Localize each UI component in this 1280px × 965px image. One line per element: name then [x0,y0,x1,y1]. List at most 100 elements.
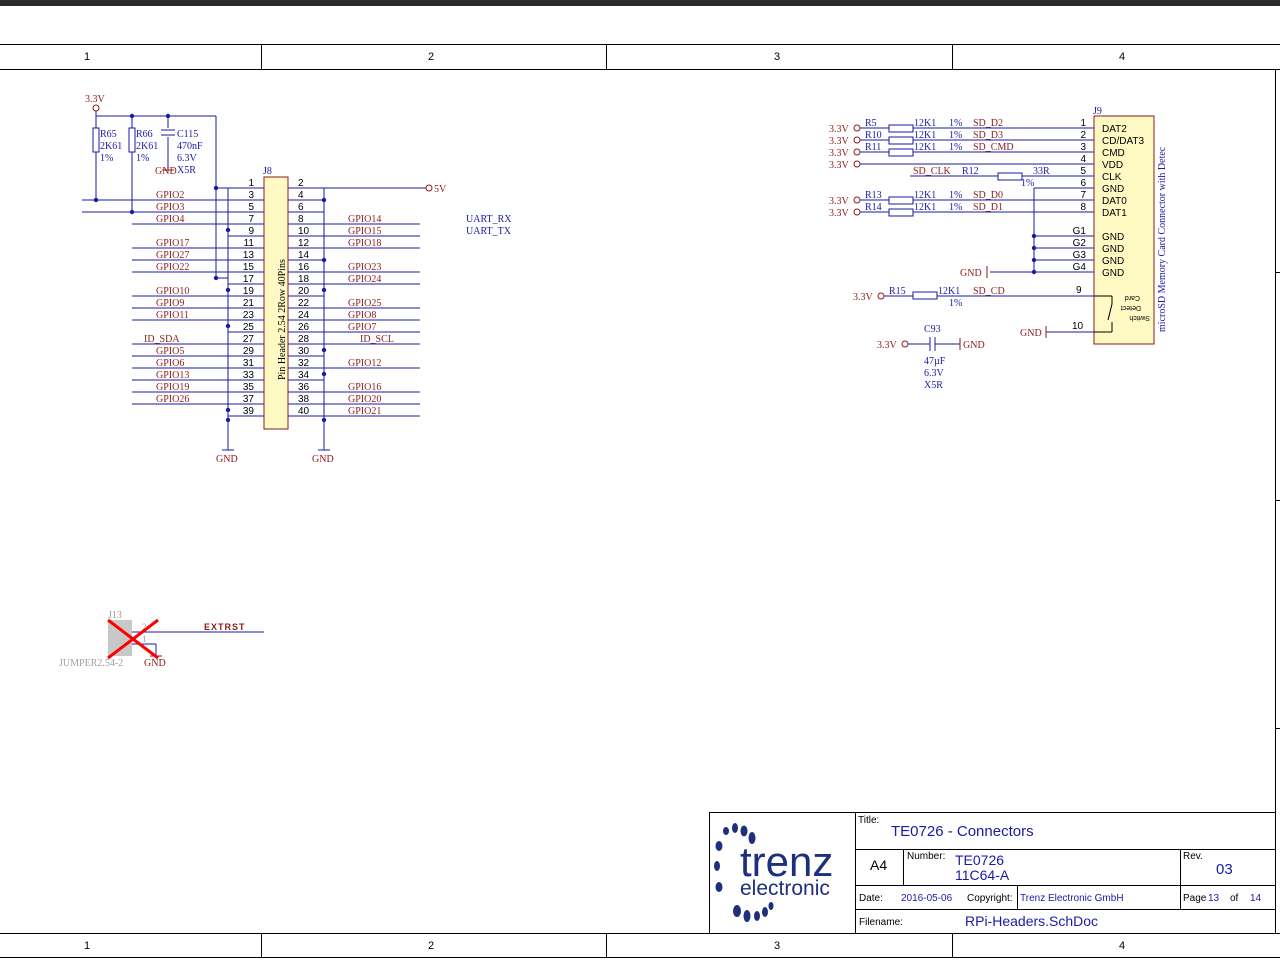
filename-value: RPi-Headers.SchDoc [965,913,1098,929]
c93-dielectric: X5R [924,380,943,391]
j8-net-label-left: GPIO17 [156,238,189,249]
j8-pin-number-right: 30 [298,346,310,357]
r15-3v3-symbol [877,292,885,300]
j8-part-name: Pin Header 2.54 2Row 40Pins [277,259,288,380]
c115-value: 470nF [177,141,203,152]
sd-res-body [888,196,914,205]
zone-label-top-4: 4 [1119,51,1125,63]
c93-3v3-symbol [901,340,909,348]
j9-pin-signal: CMD [1102,148,1125,159]
page-label: Page [1183,893,1207,904]
c93-3v3-label: 3.3V [877,340,898,351]
j9-gnd-pin-number: G1 [1073,226,1087,237]
j8-pin-number-right: 20 [298,286,310,297]
j8-pin-number-left: 17 [243,274,255,285]
copyright-label: Copyright: [967,893,1013,904]
j8-pin-number-right: 8 [298,214,304,225]
title-label: Title: [858,815,879,826]
j13-jumper-section: J13 2 1 EXTRST GND JUMPER2.54-2 [59,610,264,669]
j8-net-label-right: GPIO24 [348,274,381,285]
j8-pin-number-right: 2 [298,178,304,189]
j9-pin-signal: CLK [1102,172,1122,183]
j8-pin-number-right: 32 [298,358,310,369]
uart-tx-label: UART_TX [466,226,512,237]
sd-res-net: SD_D0 [973,190,1003,201]
c93-voltage: 6.3V [924,368,945,379]
j8-pin-number-left: 39 [243,406,255,417]
sd-res-ref: R5 [865,118,877,129]
j9-pin-number: 1 [1080,118,1086,129]
j13-ref: J13 [108,610,122,621]
number-line-1: TE0726 [955,852,1004,868]
j8-pin-number-right: 34 [298,370,310,381]
j8-pin-number-left: 7 [248,214,254,225]
r65-value: 2K61 [100,141,122,152]
j9-pin-number: 2 [1080,130,1086,141]
sd-res-body [888,148,914,157]
j8-net-label-right: ID_SCL [360,334,394,345]
j9-pin-number: 8 [1080,202,1086,213]
j8-net-label-right: GPIO7 [348,322,376,333]
sd-res-value: 12K1 [914,202,936,213]
j9-pin-signal: CD/DAT3 [1102,136,1144,147]
sd-res-3v3-symbol [853,136,861,144]
uart-rx-label: UART_RX [466,214,512,225]
j8-pin-number-right: 38 [298,394,310,405]
sd-res-3v3-symbol [853,148,861,156]
j9-gnd-pin-signal: GND [1102,232,1124,243]
sd-res-3v3-label: 3.3V [829,124,850,135]
j8-net-label-left: GPIO10 [156,286,189,297]
sd-res-ref: R14 [865,202,882,213]
j9-pin-number: 6 [1080,178,1086,189]
j8-pin-number-right: 28 [298,334,310,345]
c115-gnd-label: GND [155,166,177,177]
j8-net-label-left: GPIO19 [156,382,189,393]
sd-res-tolerance: 1% [949,190,962,201]
j9-gnd-pin-number: G4 [1073,262,1087,273]
r12-value: 33R [1033,166,1050,177]
j8-ref: J8 [263,166,272,177]
c115-ref: C115 [177,129,198,140]
j8-pin-number-right: 16 [298,262,310,273]
j8-pin-number-right: 6 [298,202,304,213]
j8-net-label-right: GPIO20 [348,394,381,405]
of-label: of [1230,893,1239,904]
switch-label-switch: Switch [1129,314,1150,321]
sd-res-net: SD_D1 [973,202,1003,213]
zone-labels: 1 2 3 4 1 2 3 4 [84,51,1125,952]
j9-pin-signal: GND [1102,184,1124,195]
j8-net-label-right: GPIO18 [348,238,381,249]
j8-net-label-left: GPIO9 [156,298,184,309]
j8-pin-number-right: 26 [298,322,310,333]
sd-res-tolerance: 1% [949,142,962,153]
j8-pin-number-right: 22 [298,298,310,309]
j9-gnd-pin-signal: GND [1102,268,1124,279]
r15-ref: R15 [889,286,906,297]
zone-label-top-1: 1 [84,51,90,63]
j9-gnd-pin-signal: GND [1102,256,1124,267]
page-number: 13 [1208,893,1220,904]
j9-pin-10: 10 [1072,321,1084,332]
j8-pin-number-left: 13 [243,250,255,261]
switch-label-detect: Detect [1121,304,1141,311]
sd-res-net: SD_CMD [973,142,1014,153]
sd-res-value: 12K1 [914,190,936,201]
vdd-3v3-label: 3.3V [829,160,850,171]
j8-net-label-left: GPIO6 [156,358,184,369]
r15-body [912,291,938,300]
schematic-sheet: 1 2 3 4 1 2 3 4 3.3V R65 2K61 1% R66 2K6… [0,0,1280,958]
rev-label: Rev. [1183,851,1203,862]
c93-gnd-label: GND [963,340,985,351]
j9-part-name: microSD Memory Card Connector with Detec [1157,146,1168,332]
j8-net-label-left: ID_SDA [144,334,180,345]
j8-pin-number-left: 15 [243,262,255,273]
c115-symbol [161,129,175,136]
sd-res-tolerance: 1% [949,130,962,141]
sd-res-ref: R10 [865,130,882,141]
revision: 03 [1216,861,1233,878]
number-label: Number: [907,851,945,862]
sd-res-value: 12K1 [914,118,936,129]
r65-ref: R65 [100,129,117,140]
filename-label: Filename: [859,917,903,928]
j9-gnd-label: GND [960,268,982,279]
